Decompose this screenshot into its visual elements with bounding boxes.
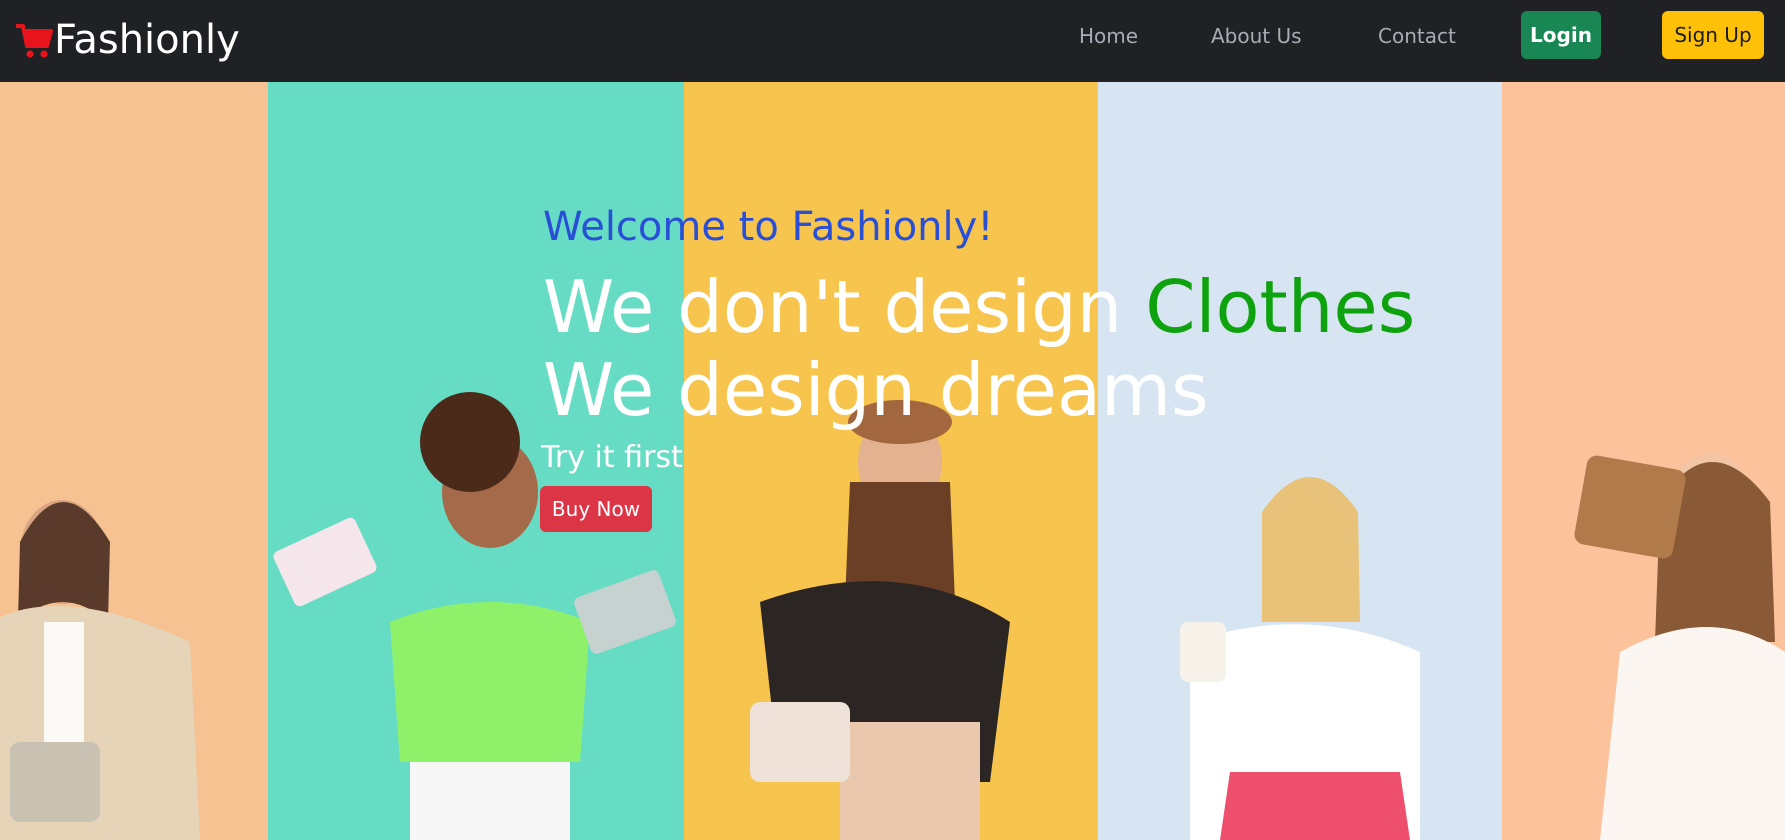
hero-headline: We don't design Clothes We design dreams: [543, 266, 1415, 432]
nav-contact-link[interactable]: Contact: [1378, 21, 1456, 51]
headline-text-part1: We don't design: [543, 265, 1146, 349]
nav-about-link[interactable]: About Us: [1211, 21, 1302, 51]
hero-section: Welcome to Fashionly! We don't design Cl…: [0, 82, 1785, 840]
nav-home-link[interactable]: Home: [1079, 21, 1138, 51]
cart-icon: [16, 24, 53, 58]
buy-now-button[interactable]: Buy Now: [540, 486, 652, 532]
signup-button[interactable]: Sign Up: [1662, 11, 1764, 59]
hero-tagline: Try it first: [541, 440, 683, 475]
login-button[interactable]: Login: [1521, 11, 1601, 59]
headline-accent-clothes: Clothes: [1145, 265, 1416, 349]
welcome-heading: Welcome to Fashionly!: [543, 204, 994, 250]
brand-logo-link[interactable]: Fashionly: [14, 10, 240, 70]
brand-name: Fashionly: [54, 17, 240, 63]
navbar: Fashionly Home About Us Contact Login Si…: [0, 0, 1785, 82]
hero-models-illustration: [0, 392, 1785, 840]
headline-text-line2: We design dreams: [543, 347, 1209, 432]
